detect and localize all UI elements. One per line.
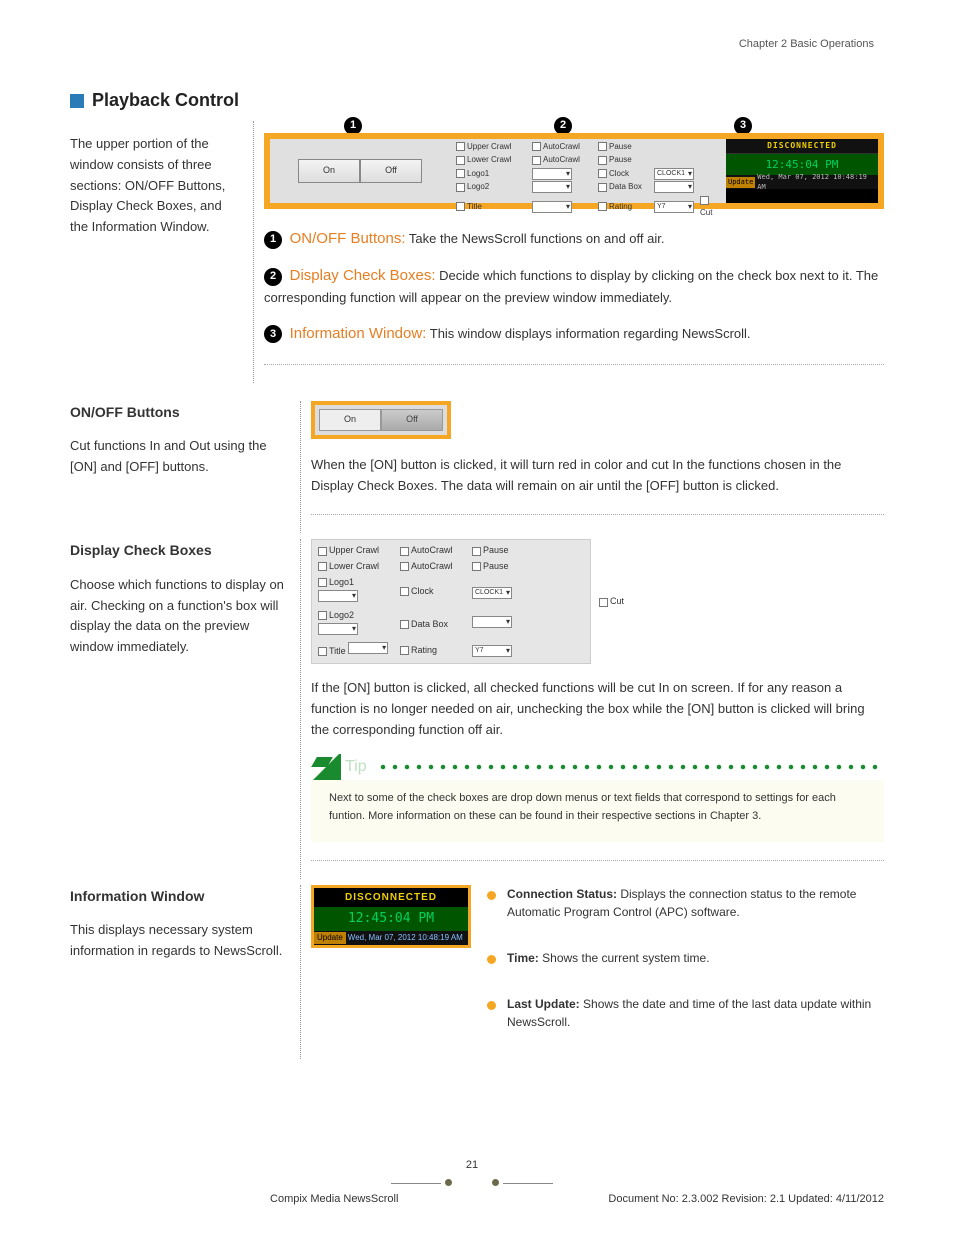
intro-paragraph: The upper portion of the window consists… bbox=[70, 134, 243, 238]
logo2-dropdown[interactable] bbox=[532, 181, 572, 193]
fig-update-value: Wed, Mar 07, 2012 10:48:19 AM bbox=[348, 932, 463, 944]
bullet-3-icon: 3 bbox=[264, 325, 282, 343]
connection-status: DISCONNECTED bbox=[726, 139, 878, 154]
update-label: Update bbox=[726, 177, 755, 188]
clock-checkbox[interactable]: Clock bbox=[598, 168, 650, 180]
fig-pause2[interactable]: Pause bbox=[472, 560, 538, 574]
section-bullet-icon bbox=[70, 94, 84, 108]
dcb-left-text: Choose which functions to display on air… bbox=[70, 575, 290, 658]
update-value: Wed, Mar 07, 2012 10:48:19 AM bbox=[757, 172, 878, 194]
fig-rating-dd[interactable]: Y7 bbox=[472, 645, 512, 657]
tip-text: Next to some of the check boxes are drop… bbox=[311, 780, 884, 841]
fig-lower-crawl[interactable]: Lower Crawl bbox=[318, 560, 394, 574]
onoff-section-title: ON/OFF Buttons bbox=[70, 401, 290, 423]
clock-dropdown[interactable]: CLOCK1 bbox=[654, 168, 694, 180]
iw-section-title: Information Window bbox=[70, 885, 290, 907]
fig-logo1[interactable]: Logo1 bbox=[318, 576, 394, 607]
databox-checkbox[interactable]: Data Box bbox=[598, 181, 650, 193]
fig-pause1[interactable]: Pause bbox=[472, 544, 538, 558]
fig-time: 12:45:04 PM bbox=[314, 907, 468, 931]
lower-crawl-checkbox[interactable]: Lower Crawl bbox=[456, 154, 528, 166]
fig-databox[interactable]: Data Box bbox=[400, 618, 466, 632]
fig-logo2-dd[interactable] bbox=[318, 623, 358, 635]
chapter-header: Chapter 2 Basic Operations bbox=[739, 38, 874, 50]
fig-clock-dd[interactable]: CLOCK1 bbox=[472, 587, 512, 599]
fig-title[interactable]: Title bbox=[318, 642, 394, 659]
upper-crawl-checkbox[interactable]: Upper Crawl bbox=[456, 141, 528, 153]
footer-docinfo: Document No: 2.3.002 Revision: 2.1 Updat… bbox=[608, 1193, 884, 1205]
dcb-figure: Upper Crawl AutoCrawl Pause Lower Crawl … bbox=[311, 539, 591, 664]
dcb-right-text: If the [ON] button is clicked, all check… bbox=[311, 678, 884, 740]
tip-icon bbox=[311, 754, 341, 780]
fig-update-label: Update bbox=[314, 932, 346, 944]
pause2-checkbox[interactable]: Pause bbox=[598, 154, 650, 166]
section-title: Playback Control bbox=[92, 90, 239, 111]
playback-control-panel: On Off Upper Crawl AutoCrawl Pause Lower… bbox=[264, 133, 884, 209]
tip-dots-icon bbox=[377, 764, 884, 770]
fig-logo1-dd[interactable] bbox=[318, 590, 358, 602]
databox-dropdown[interactable] bbox=[654, 181, 694, 193]
information-window: DISCONNECTED 12:45:04 PM UpdateWed, Mar … bbox=[726, 139, 878, 203]
dcb-section-title: Display Check Boxes bbox=[70, 539, 290, 561]
onoff-figure: On Off bbox=[311, 401, 451, 439]
fig-upper-crawl[interactable]: Upper Crawl bbox=[318, 544, 394, 558]
title-dropdown[interactable] bbox=[532, 201, 572, 213]
onoff-left-text: Cut functions In and Out using the [ON] … bbox=[70, 436, 290, 478]
fig-clock[interactable]: Clock bbox=[400, 585, 466, 599]
fig-status: DISCONNECTED bbox=[314, 888, 468, 908]
onoff-right-text: When the [ON] button is clicked, it will… bbox=[311, 455, 884, 497]
tip-label: Tip bbox=[345, 755, 367, 780]
fig-on-button[interactable]: On bbox=[319, 409, 381, 431]
item1-title: ON/OFF Buttons: bbox=[290, 230, 406, 247]
title-checkbox[interactable]: Title bbox=[456, 201, 528, 213]
fig-databox-dd[interactable] bbox=[472, 616, 512, 628]
logo2-checkbox[interactable]: Logo2 bbox=[456, 181, 528, 193]
fig-logo2[interactable]: Logo2 bbox=[318, 609, 394, 640]
footer-product: Compix Media NewsScroll bbox=[270, 1193, 398, 1205]
pause-checkbox[interactable]: Pause bbox=[598, 141, 650, 153]
autocrawl2-checkbox[interactable]: AutoCrawl bbox=[532, 154, 594, 166]
fig-cut[interactable]: Cut bbox=[599, 595, 624, 609]
bullet-2-icon: 2 bbox=[264, 268, 282, 286]
info-window-figure: DISCONNECTED 12:45:04 PM UpdateWed, Mar … bbox=[311, 885, 471, 949]
bullet-1-icon: 1 bbox=[264, 231, 282, 249]
rating-checkbox[interactable]: Rating bbox=[598, 201, 650, 213]
conn-status-callout: Connection Status: Displays the connecti… bbox=[487, 885, 884, 921]
last-update-callout: Last Update: Shows the date and time of … bbox=[487, 995, 884, 1031]
off-button[interactable]: Off bbox=[360, 159, 422, 183]
item3-title: Information Window: bbox=[290, 325, 427, 342]
page-number: 21 bbox=[466, 1159, 478, 1171]
item2-title: Display Check Boxes: bbox=[290, 267, 436, 284]
logo1-dropdown[interactable] bbox=[532, 168, 572, 180]
autocrawl-checkbox[interactable]: AutoCrawl bbox=[532, 141, 594, 153]
page-footer: 21 Compix Media NewsScroll Document No: … bbox=[60, 1177, 884, 1205]
fig-off-button[interactable]: Off bbox=[381, 409, 443, 431]
item3-text: This window displays information regardi… bbox=[430, 326, 751, 341]
fig-autocrawl2[interactable]: AutoCrawl bbox=[400, 560, 466, 574]
cut-checkbox[interactable]: Cut bbox=[700, 195, 720, 220]
fig-rating[interactable]: Rating bbox=[400, 644, 466, 658]
rating-dropdown[interactable]: Y7 bbox=[654, 201, 694, 213]
item1-text: Take the NewsScroll functions on and off… bbox=[409, 231, 665, 246]
logo1-checkbox[interactable]: Logo1 bbox=[456, 168, 528, 180]
time-callout: Time: Shows the current system time. bbox=[487, 949, 884, 967]
fig-autocrawl1[interactable]: AutoCrawl bbox=[400, 544, 466, 558]
fig-title-dd[interactable] bbox=[348, 642, 388, 654]
tip-box: Tip Next to some of the check boxes are … bbox=[311, 754, 884, 841]
iw-left-text: This displays necessary system informati… bbox=[70, 920, 290, 962]
on-button[interactable]: On bbox=[298, 159, 360, 183]
